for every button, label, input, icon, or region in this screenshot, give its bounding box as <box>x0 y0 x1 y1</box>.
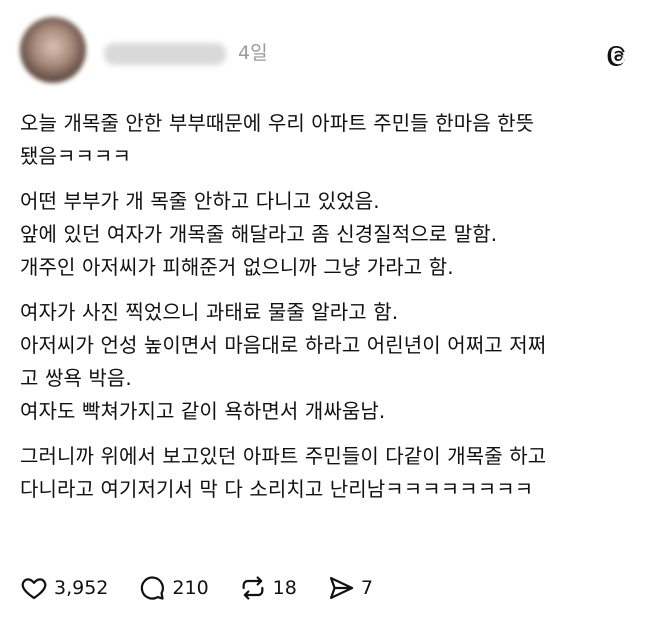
repost-count: 18 <box>272 577 297 599</box>
share-count: 7 <box>360 577 373 599</box>
text-line: 여자도 빡쳐가지고 같이 욕하면서 개싸움남. <box>20 399 386 423</box>
send-icon <box>329 576 354 600</box>
action-bar: 3,952 210 18 7 <box>20 572 403 604</box>
text-line: 고 쌍욕 박음. <box>20 366 132 390</box>
avatar[interactable] <box>20 17 86 83</box>
threads-logo-icon[interactable] <box>606 44 630 68</box>
post-body: 오늘 개목줄 안한 부부때문에 우리 아파트 주민들 한마음 한뜻 됐음ㅋㅋㅋㅋ… <box>20 107 638 518</box>
reply-count: 210 <box>172 577 209 599</box>
repost-button[interactable]: 18 <box>239 574 297 602</box>
text-line: 어떤 부부가 개 목줄 안하고 다니고 있었음. <box>20 189 380 213</box>
text-line: 아저씨가 언성 높이면서 마음대로 하라고 어린년이 어쩌고 저쩌 <box>20 333 547 357</box>
post-paragraph: 오늘 개목줄 안한 부부때문에 우리 아파트 주민들 한마음 한뜻 됐음ㅋㅋㅋㅋ <box>20 107 638 173</box>
text-line: 개주인 아저씨가 피해준거 없으니까 그냥 가라고 함. <box>20 255 454 279</box>
username[interactable]: psleh_ping <box>104 43 226 65</box>
like-count: 3,952 <box>54 577 109 599</box>
text-line: 여자가 사진 찍었으니 과태료 물줄 알라고 함. <box>20 300 399 324</box>
share-button[interactable]: 7 <box>327 574 373 602</box>
heart-icon <box>21 578 47 600</box>
text-line: 앞에 있던 여자가 개목줄 해달라고 좀 신경질적으로 말함. <box>20 222 498 246</box>
post-paragraph: 여자가 사진 찍었으니 과태료 물줄 알라고 함. 아저씨가 언성 높이면서 마… <box>20 296 638 428</box>
text-line: 됐음ㅋㅋㅋㅋ <box>20 144 131 168</box>
speech-bubble-icon <box>141 576 165 600</box>
post-time: 4일 <box>238 42 268 64</box>
like-button[interactable]: 3,952 <box>20 574 108 602</box>
repost-icon <box>242 576 264 600</box>
post-paragraph: 어떤 부부가 개 목줄 안하고 다니고 있었음. 앞에 있던 여자가 개목줄 해… <box>20 185 638 284</box>
text-line: 다니라고 여기저기서 막 다 소리치고 난리남ㅋㅋㅋㅋㅋㅋㅋㅋ <box>20 477 534 501</box>
post-paragraph: 그러니까 위에서 보고있던 아파트 주민들이 다같이 개목줄 하고 다니라고 여… <box>20 440 638 506</box>
text-line: 오늘 개목줄 안한 부부때문에 우리 아파트 주민들 한마음 한뜻 <box>20 111 535 135</box>
threads-post: psleh_ping 4일 오늘 개목줄 안한 부부때문에 우리 아파트 주민들… <box>0 0 658 625</box>
reply-button[interactable]: 210 <box>138 574 209 602</box>
text-line: 그러니까 위에서 보고있던 아파트 주민들이 다같이 개목줄 하고 <box>20 444 547 468</box>
